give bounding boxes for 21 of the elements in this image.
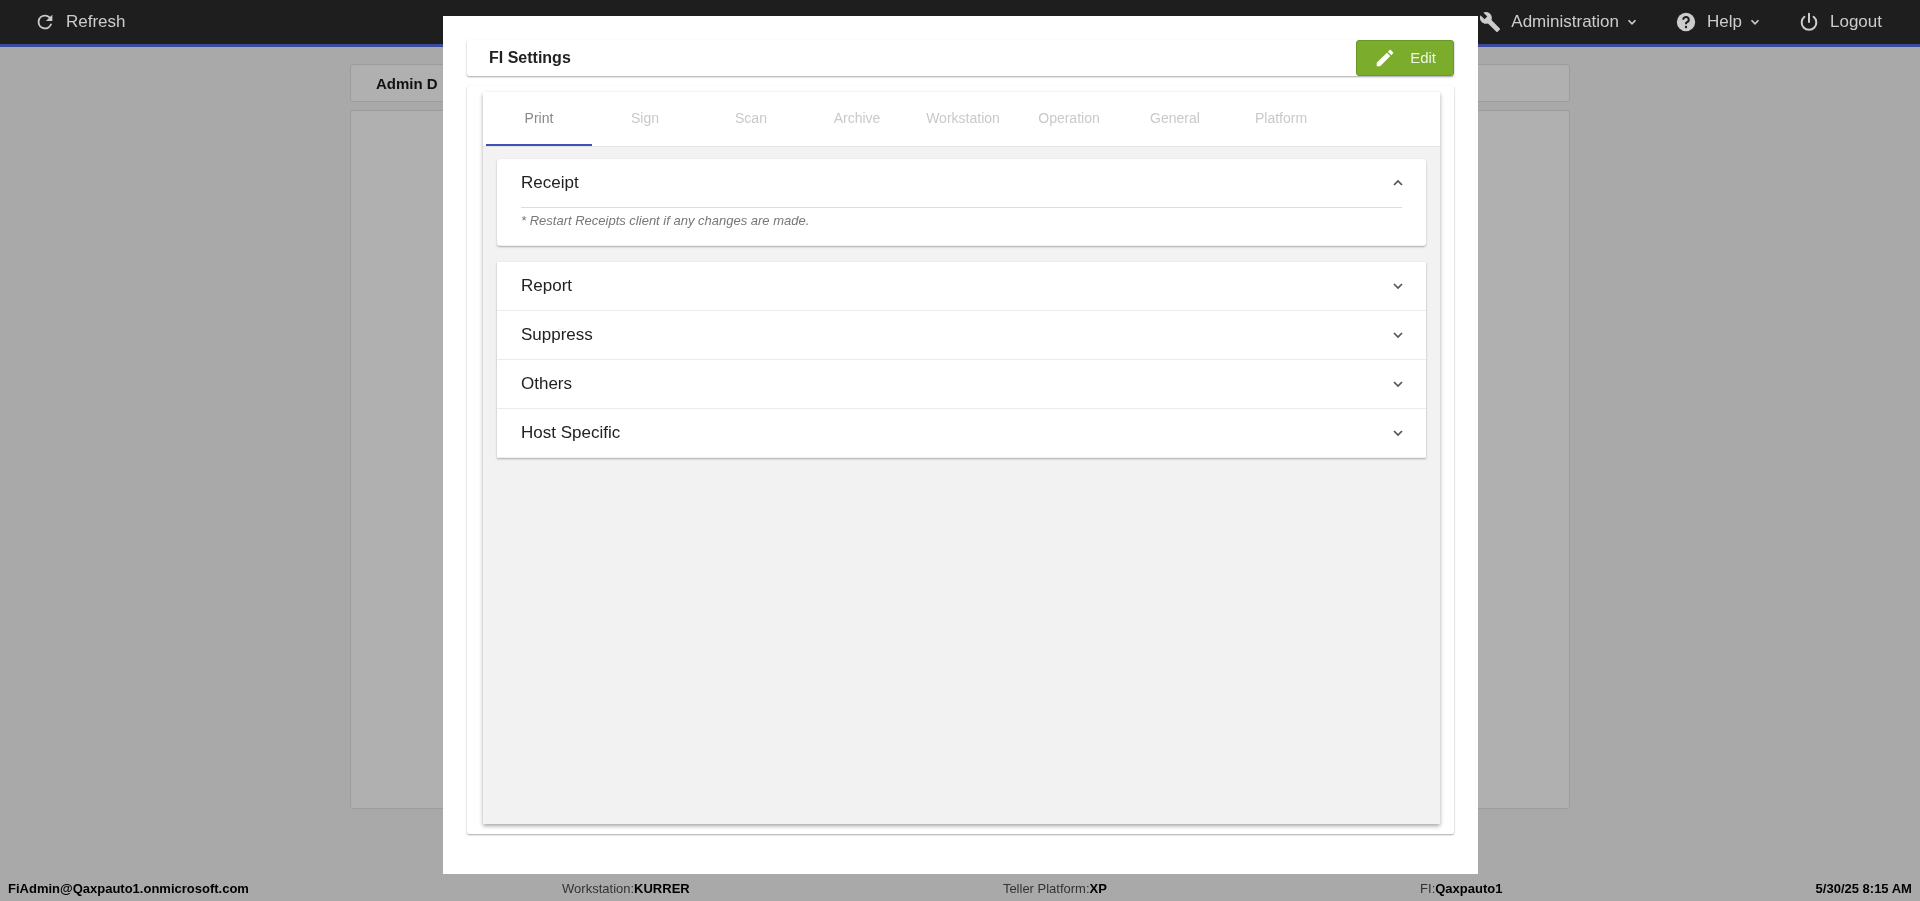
dialog-title: FI Settings bbox=[489, 49, 571, 67]
menu-button[interactable]: Administration bbox=[1461, 5, 1658, 39]
power-icon bbox=[1798, 11, 1820, 33]
status-text: Teller Platform:XP bbox=[1002, 880, 1107, 896]
refresh-button[interactable]: Refresh bbox=[30, 5, 144, 39]
panel-header[interactable]: Others bbox=[497, 360, 1426, 408]
logout-button[interactable]: Logout bbox=[1780, 5, 1900, 39]
tab[interactable]: Print bbox=[486, 92, 592, 146]
panel-header[interactable]: Report bbox=[497, 262, 1426, 310]
card-title: Admin D bbox=[376, 74, 438, 92]
panel-header[interactable]: Receipt bbox=[497, 159, 1426, 207]
status-text: FiAdmin@Qaxpauto1.onmicrosoft.com bbox=[8, 880, 249, 896]
status-text: Workstation:KURRER bbox=[562, 880, 690, 896]
status-text: FI:Qaxpauto1 bbox=[1420, 880, 1503, 896]
panel-header[interactable]: Host Specific bbox=[497, 409, 1426, 457]
menu-button[interactable]: Help bbox=[1657, 5, 1780, 39]
status-text: 5/30/25 8:15 AM bbox=[1815, 880, 1912, 896]
help-icon bbox=[1675, 11, 1698, 33]
panel-note: * Restart Receipts client if any changes are made. bbox=[521, 213, 810, 228]
wrench-icon bbox=[1479, 11, 1502, 33]
panel-header[interactable]: Suppress bbox=[497, 311, 1426, 359]
